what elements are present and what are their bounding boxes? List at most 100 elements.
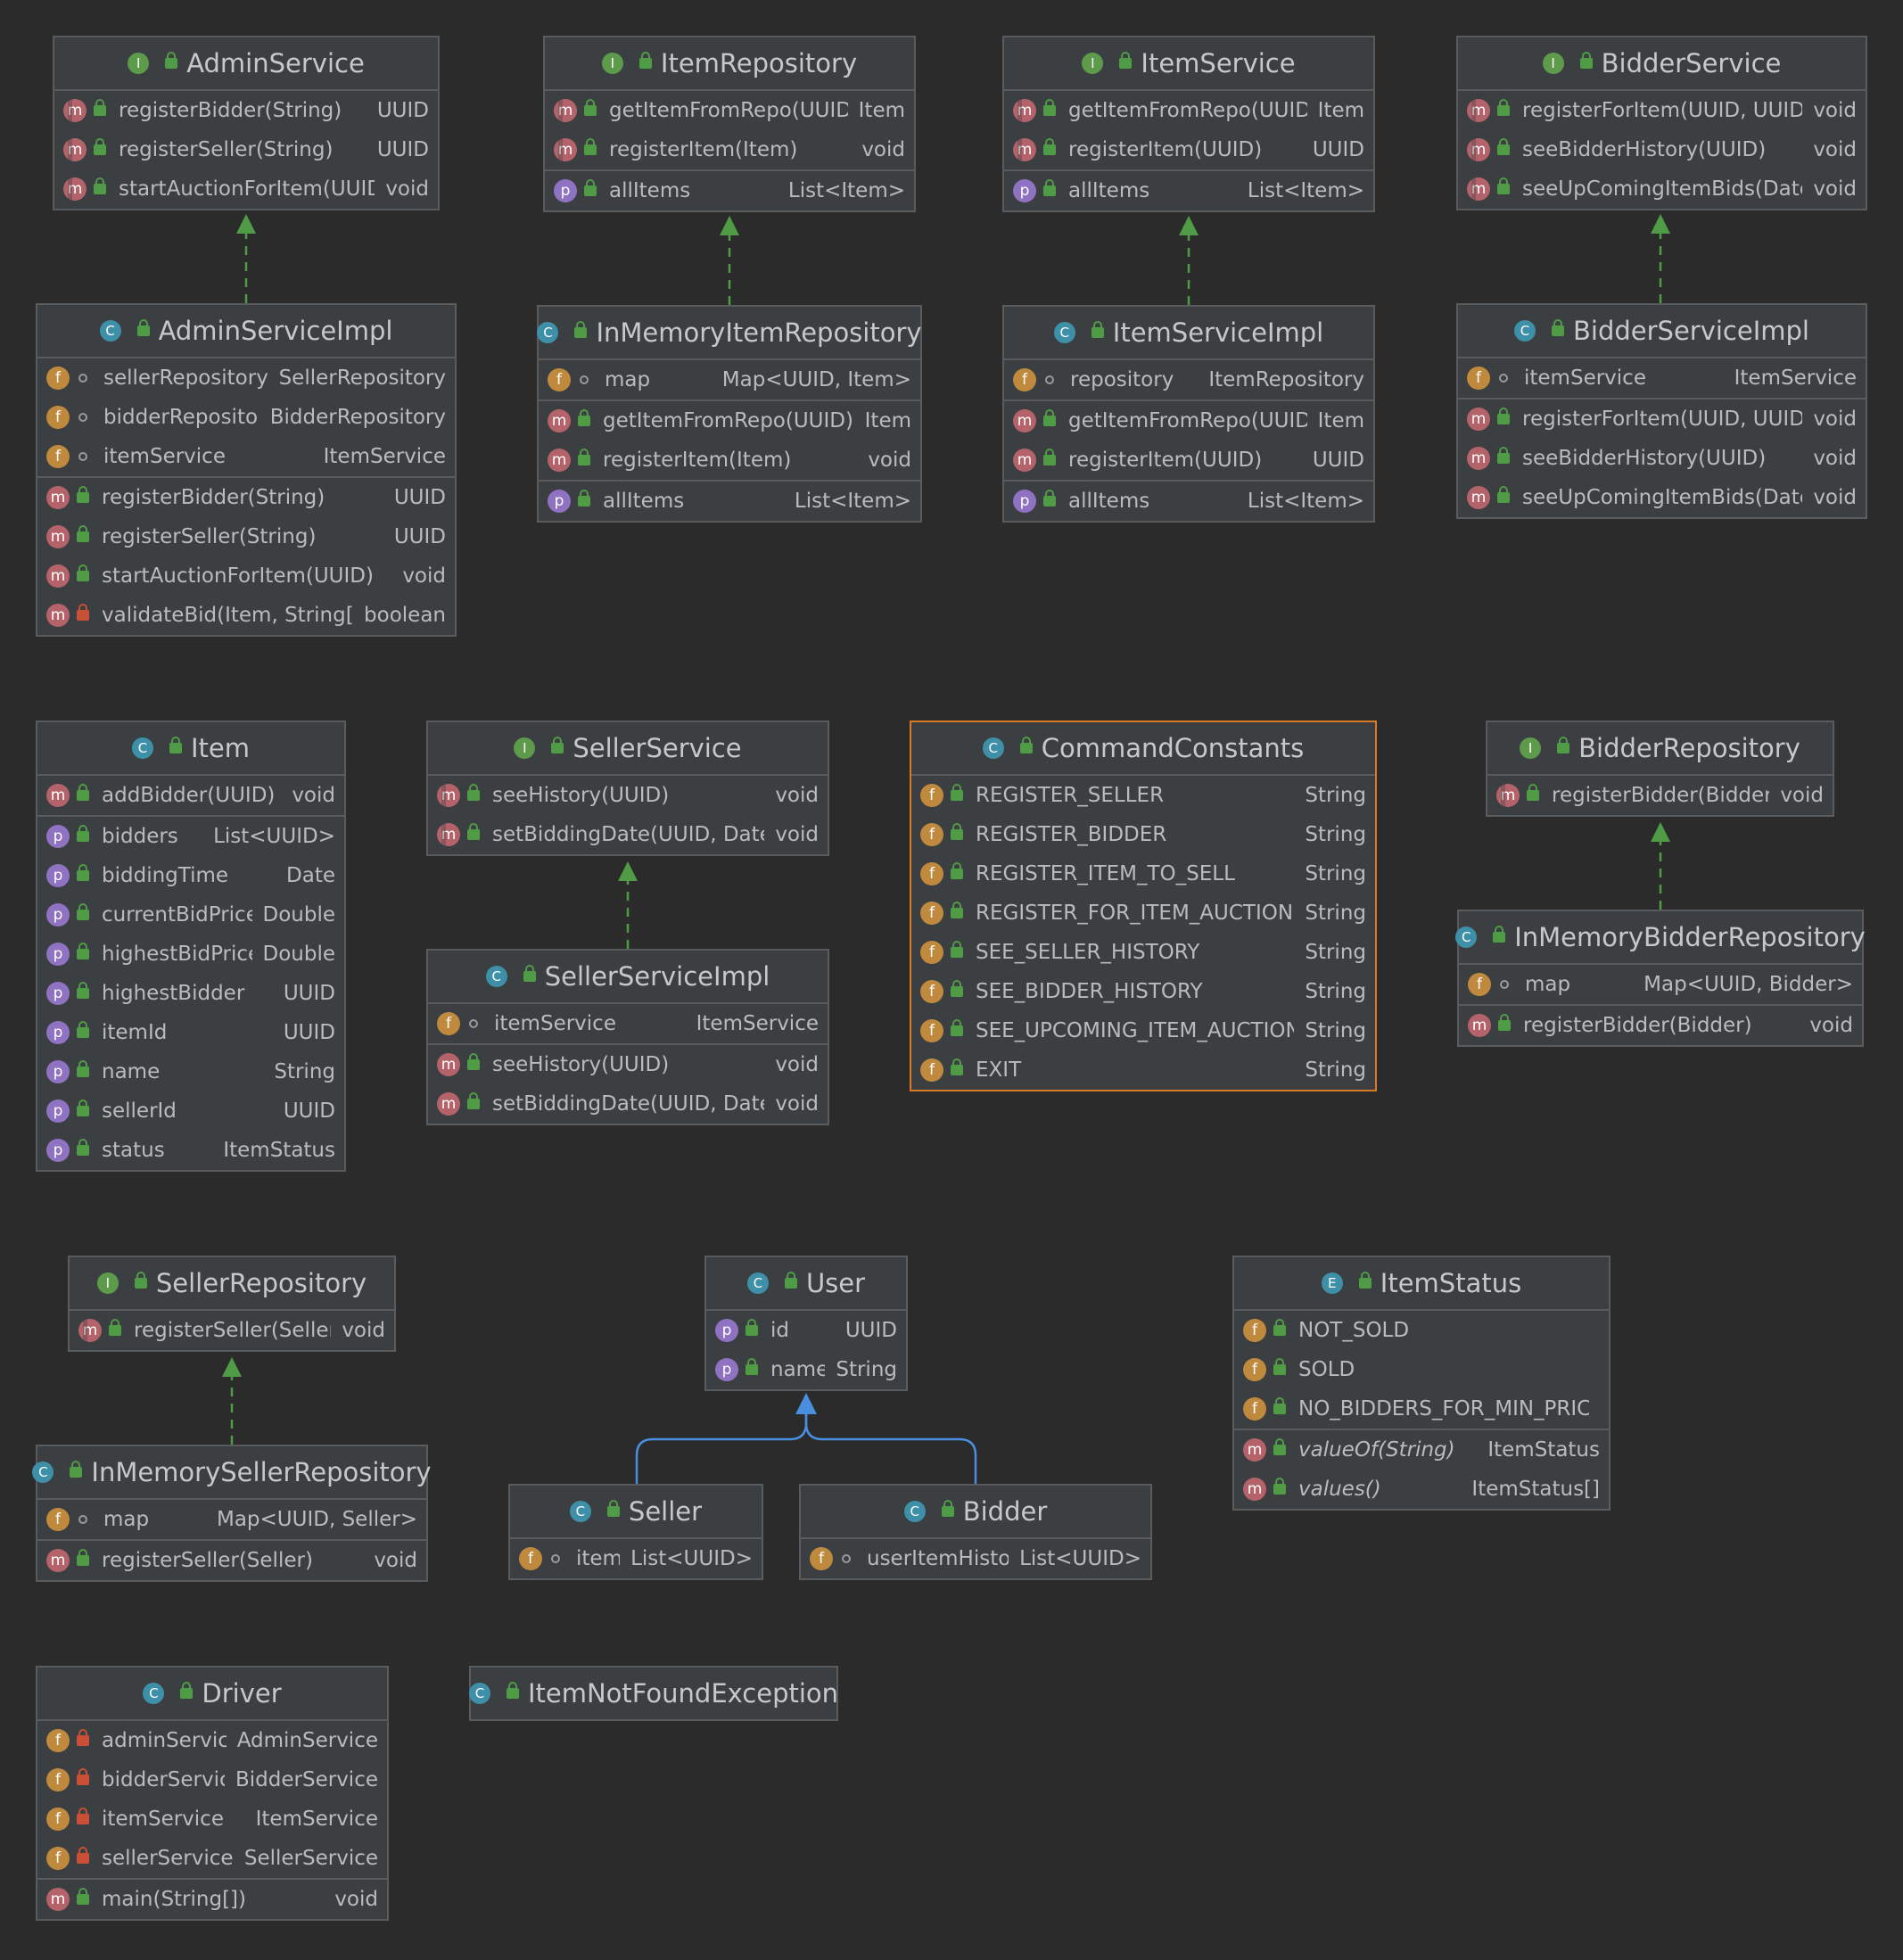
class-user[interactable]: C User p id UUID p name String xyxy=(704,1256,908,1391)
class-bidder-repository[interactable]: I BidderRepository m registerBidder(Bidder)… xyxy=(1486,721,1834,817)
member-row[interactable]: p allItems List<Item> xyxy=(1004,482,1373,521)
member-row[interactable]: f bidderService BidderService xyxy=(37,1760,387,1799)
class-command-constants[interactable]: C CommandConstants f REGISTER_SELLER String f… xyxy=(910,721,1377,1091)
class-header[interactable]: I AdminService xyxy=(54,37,438,91)
member-row[interactable]: m registerBidder(String) UUID xyxy=(37,478,455,517)
member-row[interactable]: f SEE_UPCOMING_ITEM_AUCTIONS String xyxy=(911,1011,1375,1050)
class-header[interactable]: C ItemNotFoundException xyxy=(468,1668,838,1719)
member-row[interactable]: p allItems List<Item> xyxy=(545,171,914,210)
member-row[interactable]: m registerBidder(Bidder) void xyxy=(1487,776,1833,815)
member-row[interactable]: f itemService ItemService xyxy=(428,1004,828,1043)
member-row[interactable]: m registerForItem(UUID, UUID) void xyxy=(1458,91,1866,130)
class-in-memory-bidder-repository[interactable]: C InMemoryBidderRepository f map Map<UUID, B… xyxy=(1455,910,1866,1047)
class-bidder[interactable]: C Bidder f userItemHistory List<UUID> xyxy=(799,1484,1152,1580)
member-row[interactable]: m registerSeller(Seller) void xyxy=(70,1311,394,1350)
member-row[interactable]: m registerItem(Item) void xyxy=(539,441,920,480)
member-row[interactable]: f SOLD xyxy=(1234,1350,1609,1389)
member-row[interactable]: m values() ItemStatus[] xyxy=(1234,1470,1609,1509)
member-row[interactable]: m registerForItem(UUID, UUID) void xyxy=(1458,399,1866,439)
class-header[interactable]: I ItemService xyxy=(1004,37,1373,91)
class-header[interactable]: I SellerRepository xyxy=(70,1257,394,1311)
member-row[interactable]: p allItems List<Item> xyxy=(1004,171,1373,210)
class-header[interactable]: E ItemStatus xyxy=(1234,1257,1609,1311)
member-row[interactable]: f REGISTER_SELLER String xyxy=(911,776,1375,815)
class-bidder-service[interactable]: I BidderService m registerForItem(UUID, UUI… xyxy=(1456,36,1867,210)
member-row[interactable]: m seeUpComingItemBids(Date) void xyxy=(1458,169,1866,209)
member-row[interactable]: m getItemFromRepo(UUID) Item xyxy=(1004,401,1373,441)
member-row[interactable]: f EXIT String xyxy=(911,1050,1375,1090)
member-row[interactable]: f map Map<UUID, Item> xyxy=(539,360,920,399)
member-row[interactable]: f bidderRepository BidderRepository xyxy=(37,398,455,437)
class-header[interactable]: C User xyxy=(706,1257,906,1311)
member-row[interactable]: p highestBidder UUID xyxy=(37,974,344,1013)
class-item-service[interactable]: I ItemService m getItemFromRepo(UUID) Item m r… xyxy=(1002,36,1375,212)
member-row[interactable]: f REGISTER_BIDDER String xyxy=(911,815,1375,854)
member-row[interactable]: f userItemHistory List<UUID> xyxy=(801,1539,1150,1578)
member-row[interactable]: p allItems List<Item> xyxy=(539,482,920,521)
member-row[interactable]: m seeHistory(UUID) void xyxy=(428,1045,828,1084)
member-row[interactable]: m registerSeller(Seller) void xyxy=(37,1541,426,1580)
member-row[interactable]: f NO_BIDDERS_FOR_MIN_PRICE xyxy=(1234,1389,1609,1429)
member-row[interactable]: f SEE_BIDDER_HISTORY String xyxy=(911,972,1375,1011)
member-row[interactable]: p biddingTime Date xyxy=(37,856,344,895)
member-row[interactable]: m startAuctionForItem(UUID) void xyxy=(54,169,438,209)
member-row[interactable]: f REGISTER_ITEM_TO_SELL String xyxy=(911,854,1375,894)
member-row[interactable]: m registerItem(UUID) UUID xyxy=(1004,130,1373,169)
class-item-repository[interactable]: I ItemRepository m getItemFromRepo(UUID) Ite… xyxy=(543,36,916,212)
member-row[interactable]: p status ItemStatus xyxy=(37,1131,344,1170)
member-row[interactable]: p highestBidPrice Double xyxy=(37,935,344,974)
member-row[interactable]: m getItemFromRepo(UUID) Item xyxy=(1004,91,1373,130)
class-item-status[interactable]: E ItemStatus f NOT_SOLD f SOLD f NO_BIDDERS_FOR… xyxy=(1232,1256,1611,1511)
class-seller[interactable]: C Seller f items List<UUID> xyxy=(508,1484,763,1580)
member-row[interactable]: f NOT_SOLD xyxy=(1234,1311,1609,1350)
member-row[interactable]: m seeBidderHistory(UUID) void xyxy=(1458,130,1866,169)
class-header[interactable]: C AdminServiceImpl xyxy=(37,305,455,358)
member-row[interactable]: f sellerRepository SellerRepository xyxy=(37,358,455,398)
class-header[interactable]: C Seller xyxy=(510,1486,762,1539)
member-row[interactable]: m setBiddingDate(UUID, Date) void xyxy=(428,815,828,854)
class-header[interactable]: C Bidder xyxy=(801,1486,1150,1539)
member-row[interactable]: m seeBidderHistory(UUID) void xyxy=(1458,439,1866,478)
class-header[interactable]: I SellerService xyxy=(428,722,828,776)
class-admin-service-impl[interactable]: C AdminServiceImpl f sellerRepository Seller… xyxy=(36,303,457,637)
member-row[interactable]: m registerBidder(String) UUID xyxy=(54,91,438,130)
member-row[interactable]: f map Map<UUID, Bidder> xyxy=(1459,965,1862,1004)
class-item-not-found-exception[interactable]: C ItemNotFoundException xyxy=(468,1666,838,1721)
class-admin-service[interactable]: I AdminService m registerBidder(String) UUID… xyxy=(53,36,440,210)
member-row[interactable]: p name String xyxy=(706,1350,906,1389)
class-header[interactable]: C Driver xyxy=(37,1668,387,1721)
member-row[interactable]: p currentBidPrice Double xyxy=(37,895,344,935)
member-row[interactable]: p name String xyxy=(37,1052,344,1091)
member-row[interactable]: m registerSeller(String) UUID xyxy=(37,517,455,556)
member-row[interactable]: f SEE_SELLER_HISTORY String xyxy=(911,933,1375,972)
member-row[interactable]: m main(String[]) void xyxy=(37,1880,387,1919)
member-row[interactable]: m getItemFromRepo(UUID) Item xyxy=(545,91,914,130)
class-in-memory-seller-repository[interactable]: C InMemorySellerRepository f map Map<UUID, S… xyxy=(32,1445,432,1582)
member-row[interactable]: f itemService ItemService xyxy=(37,1799,387,1839)
member-row[interactable]: m validateBid(Item, String[]) boolean xyxy=(37,596,455,635)
class-item[interactable]: C Item m addBidder(UUID) void p bidders List<UU… xyxy=(36,721,346,1172)
member-row[interactable]: p itemId UUID xyxy=(37,1013,344,1052)
class-seller-service-impl[interactable]: C SellerServiceImpl f itemService ItemServic… xyxy=(426,949,829,1125)
class-seller-service[interactable]: I SellerService m seeHistory(UUID) void m setB… xyxy=(426,721,829,856)
class-header[interactable]: C CommandConstants xyxy=(911,722,1375,776)
class-header[interactable]: C InMemoryItemRepository xyxy=(537,307,922,360)
member-row[interactable]: f REGISTER_FOR_ITEM_AUCTION String xyxy=(911,894,1375,933)
class-bidder-service-impl[interactable]: C BidderServiceImpl f itemService ItemServic… xyxy=(1456,303,1867,519)
member-row[interactable]: f items List<UUID> xyxy=(510,1539,762,1578)
class-seller-repository[interactable]: I SellerRepository m registerSeller(Seller)… xyxy=(68,1256,396,1352)
class-header[interactable]: C SellerServiceImpl xyxy=(428,951,828,1004)
member-row[interactable]: p bidders List<UUID> xyxy=(37,817,344,856)
class-header[interactable]: I ItemRepository xyxy=(545,37,914,91)
member-row[interactable]: m registerItem(Item) void xyxy=(545,130,914,169)
member-row[interactable]: m registerSeller(String) UUID xyxy=(54,130,438,169)
member-row[interactable]: f map Map<UUID, Seller> xyxy=(37,1500,426,1539)
member-row[interactable]: m startAuctionForItem(UUID) void xyxy=(37,556,455,596)
class-item-service-impl[interactable]: C ItemServiceImpl f repository ItemRepositor… xyxy=(1002,305,1375,523)
member-row[interactable]: f adminService AdminService xyxy=(37,1721,387,1760)
member-row[interactable]: m valueOf(String) ItemStatus xyxy=(1234,1430,1609,1470)
member-row[interactable]: f itemService ItemService xyxy=(1458,358,1866,398)
class-header[interactable]: C InMemoryBidderRepository xyxy=(1455,911,1866,965)
class-in-memory-item-repository[interactable]: C InMemoryItemRepository f map Map<UUID, Ite… xyxy=(537,305,922,523)
member-row[interactable]: m registerBidder(Bidder) void xyxy=(1459,1006,1862,1045)
